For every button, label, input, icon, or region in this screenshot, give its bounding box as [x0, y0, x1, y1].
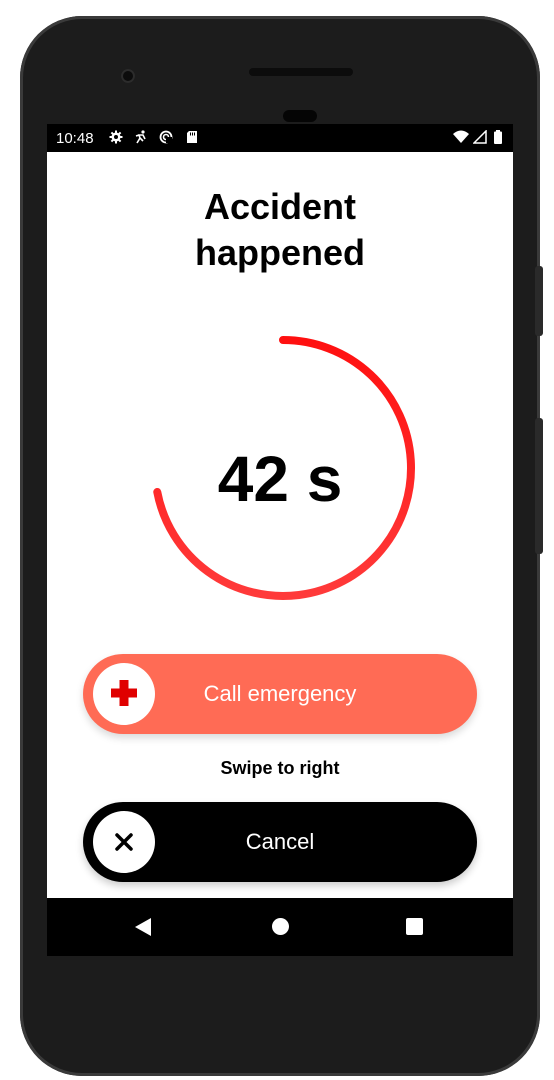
battery-icon — [494, 130, 502, 144]
front-camera — [121, 69, 135, 83]
wifi-icon — [453, 130, 469, 143]
sd-card-icon — [187, 131, 197, 143]
screen: 10:48 Accident happened 42 s Call emerge… — [47, 124, 513, 956]
top-speaker-grille — [249, 68, 353, 76]
close-icon — [115, 833, 133, 851]
signal-icon — [473, 130, 487, 144]
swipe-hint: Swipe to right — [220, 758, 340, 778]
call-emergency-slider[interactable]: Call emergency — [83, 654, 477, 734]
home-icon[interactable] — [272, 918, 289, 935]
volume-button — [535, 418, 543, 554]
earpiece — [283, 110, 317, 122]
accessibility-icon — [135, 130, 146, 144]
back-icon[interactable] — [135, 918, 151, 936]
cancel-slider[interactable]: Cancel — [83, 802, 477, 882]
navigation-bar — [47, 898, 513, 956]
gear-icon — [109, 130, 123, 144]
call-emergency-knob[interactable] — [93, 663, 155, 725]
power-button — [535, 266, 543, 336]
cancel-knob[interactable] — [93, 811, 155, 873]
status-bar: 10:48 — [47, 124, 513, 152]
sync-icon — [159, 130, 173, 144]
countdown-value: 42 s — [217, 443, 343, 515]
recents-icon[interactable] — [406, 918, 423, 935]
alert-title: Accident happened — [47, 184, 513, 276]
alert-title-line1: Accident — [203, 186, 357, 227]
status-time: 10:48 — [56, 130, 94, 147]
red-cross-icon — [111, 680, 137, 706]
alert-title-line2: happened — [194, 232, 365, 273]
